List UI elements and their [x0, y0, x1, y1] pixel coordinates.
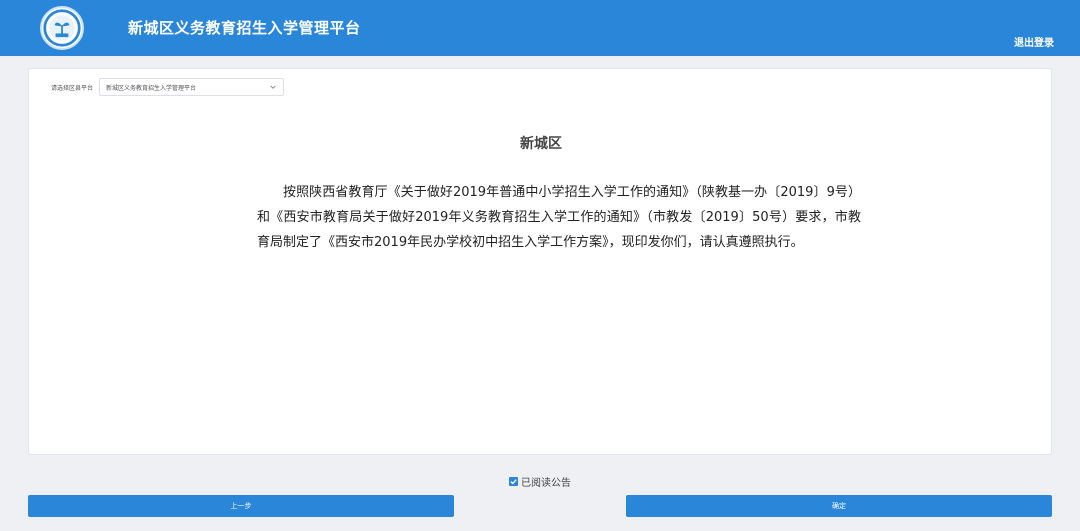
agree-label[interactable]: 已阅读公告	[521, 474, 571, 489]
logout-link[interactable]: 退出登录	[1014, 34, 1054, 49]
platform-selector-row: 请选择区县平台 新城区义务教育招生入学管理平台	[51, 78, 285, 96]
chevron-down-icon	[270, 85, 276, 89]
previous-step-button[interactable]: 上一步	[28, 495, 454, 517]
platform-select[interactable]: 新城区义务教育招生入学管理平台	[99, 78, 285, 96]
notice-card: 请选择区县平台 新城区义务教育招生入学管理平台 新城区 按照陕西省教育厅《关于做…	[28, 68, 1052, 455]
notice-title: 新城区	[520, 136, 562, 152]
agree-row: 已阅读公告	[0, 474, 1080, 489]
app-title: 新城区义务教育招生入学管理平台	[128, 19, 361, 37]
platform-select-label: 请选择区县平台	[51, 84, 94, 92]
agree-checkbox[interactable]	[509, 477, 518, 486]
top-header: 新城区义务教育招生入学管理平台 退出登录	[0, 0, 1080, 56]
notice-body: 按照陕西省教育厅《关于做好2019年普通中小学招生入学工作的通知》（陕教基一办〔…	[257, 185, 861, 250]
platform-select-value: 新城区义务教育招生入学管理平台	[106, 84, 197, 92]
logo-icon	[40, 6, 84, 50]
check-icon	[510, 479, 517, 485]
confirm-button[interactable]: 确定	[626, 495, 1052, 517]
